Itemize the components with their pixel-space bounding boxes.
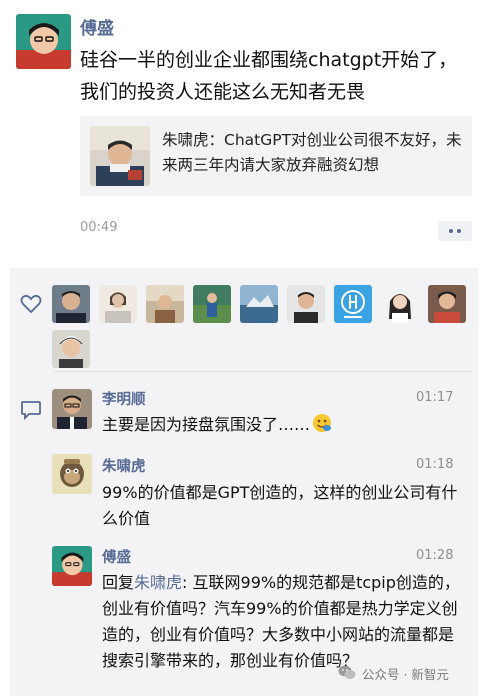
reply-to-name[interactable]: 朱啸虎 — [134, 573, 182, 592]
more-icon[interactable] — [438, 221, 472, 241]
like-avatar[interactable] — [193, 285, 231, 323]
comment-text: 主要是因为接盘氛围没了…… — [102, 412, 462, 441]
watermark-text: 公众号 · 新智元 — [362, 667, 449, 682]
like-avatar[interactable] — [52, 285, 90, 323]
comment-time: 01:28 — [416, 548, 454, 563]
commenter-avatar[interactable] — [52, 546, 92, 586]
watermark: 公众号 · 新智元 — [338, 664, 449, 683]
commenter-name[interactable]: 朱啸虎 — [102, 455, 146, 476]
heart-icon — [20, 294, 42, 314]
shared-link-card[interactable]: 朱啸虎：ChatGPT对创业公司很不友好，未来两三年内请大家放弃融资幻想 — [80, 116, 472, 196]
post-author-name[interactable]: 傅盛 — [80, 14, 114, 39]
post-timestamp: 00:49 — [80, 220, 118, 235]
like-avatar[interactable] — [381, 285, 419, 323]
comment-time: 01:17 — [416, 390, 454, 405]
reply-prefix: 回复 — [102, 573, 135, 592]
post-author-avatar[interactable] — [16, 14, 71, 69]
comment-time: 01:18 — [416, 457, 454, 472]
like-avatar[interactable] — [240, 285, 278, 323]
wechat-logo-icon — [338, 665, 356, 683]
like-avatar[interactable] — [428, 285, 466, 323]
commenter-name[interactable]: 李明顺 — [102, 388, 146, 409]
comment-text-content: 主要是因为接盘氛围没了…… — [102, 415, 311, 434]
comment-text: 回复朱啸虎: 互联网99%的规范都是tcpip创造的，创业有价值吗？汽车99%的… — [102, 570, 466, 674]
commenter-avatar[interactable] — [52, 454, 92, 494]
like-avatar[interactable] — [334, 285, 372, 323]
like-avatar[interactable] — [287, 285, 325, 323]
like-avatar[interactable] — [146, 285, 184, 323]
like-avatar[interactable] — [52, 330, 90, 368]
likes-divider — [52, 371, 472, 372]
shared-link-title: 朱啸虎：ChatGPT对创业公司很不友好，未来两三年内请大家放弃融资幻想 — [162, 131, 462, 174]
smile-emoji-icon — [312, 413, 332, 441]
like-avatar[interactable] — [99, 285, 137, 323]
post-text: 硅谷一半的创业企业都围绕chatgpt开始了，我们的投资人还能这么无知者无畏 — [80, 49, 458, 103]
commenter-avatar[interactable] — [52, 389, 92, 429]
shared-link-thumbnail — [90, 126, 150, 186]
comment-text: 99%的价值都是GPT创造的，这样的创业公司有什么价值 — [102, 483, 458, 528]
comment-icon — [20, 400, 42, 421]
commenter-name[interactable]: 傅盛 — [102, 546, 131, 567]
